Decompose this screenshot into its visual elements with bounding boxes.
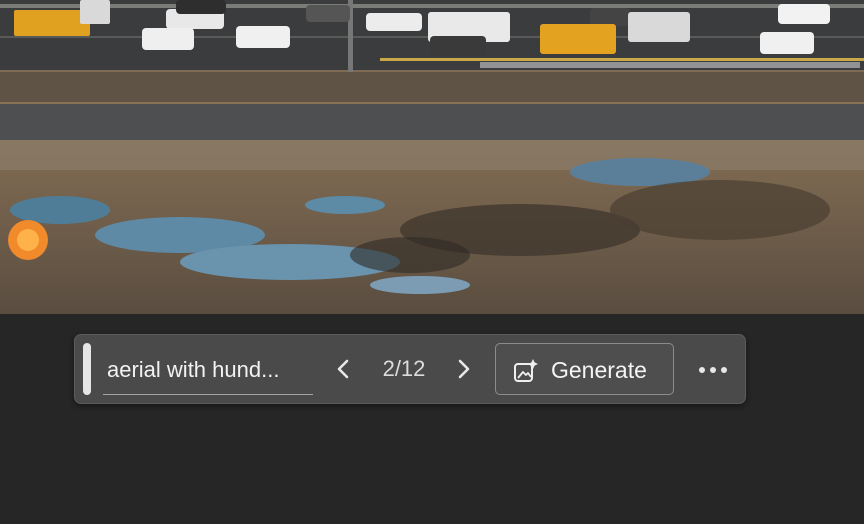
chevron-left-icon [337, 359, 349, 379]
image-counter: 2/12 [382, 356, 426, 381]
next-button[interactable] [448, 352, 480, 386]
generate-label: Generate [551, 357, 647, 383]
chevron-right-icon [458, 359, 470, 379]
ellipsis-icon [699, 367, 727, 373]
more-options-button[interactable] [693, 355, 733, 385]
previous-button[interactable] [327, 352, 359, 386]
generate-button[interactable]: Generate [495, 343, 674, 395]
image-generation-toolbar: aerial with hund... 2/12 Generate [74, 334, 746, 404]
drag-handle[interactable] [83, 343, 91, 395]
sparkle-image-icon [514, 359, 538, 382]
prompt-text[interactable]: aerial with hund... [107, 357, 313, 383]
prompt-field[interactable]: aerial with hund... [103, 349, 313, 395]
aerial-photo [0, 0, 864, 314]
